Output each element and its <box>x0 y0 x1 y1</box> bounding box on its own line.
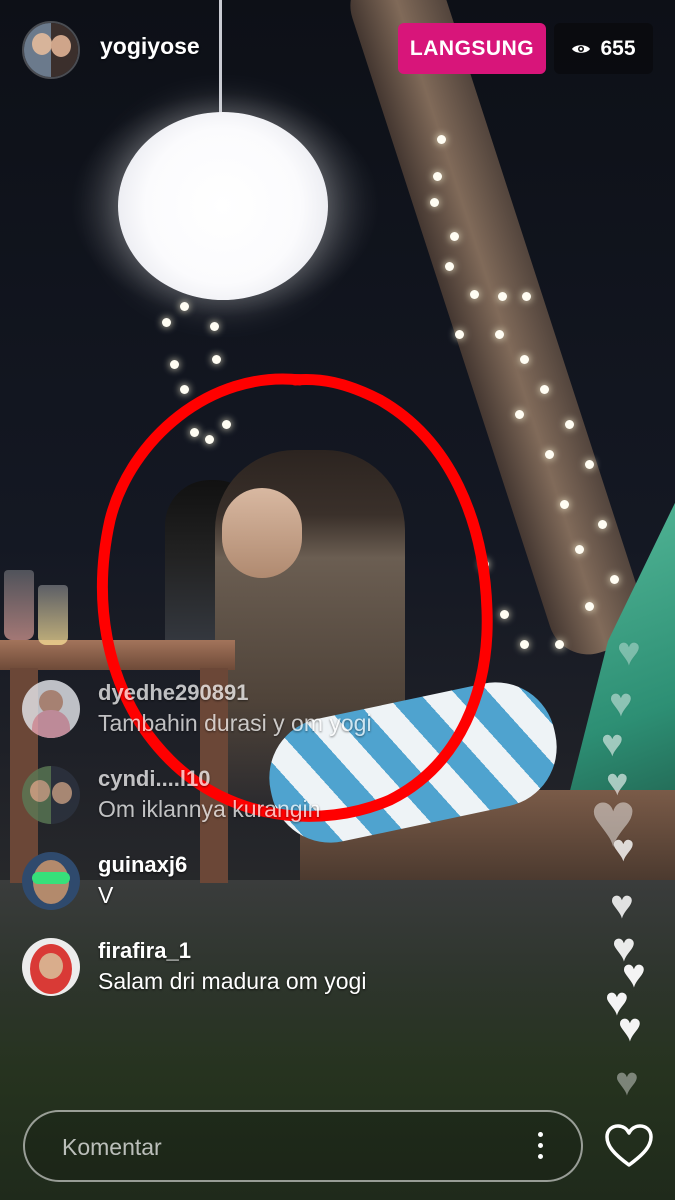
heart-icon: ♥ <box>609 681 633 725</box>
comment-item[interactable]: cyndi....l10 Om iklannya kurangin <box>22 766 582 846</box>
commenter-username[interactable]: firafira_1 <box>98 938 191 964</box>
red-annotation-circle <box>97 373 493 822</box>
heart-icon: ♥ <box>615 1060 639 1104</box>
more-vertical-icon[interactable] <box>537 1132 543 1162</box>
commenter-username[interactable]: dyedhe290891 <box>98 680 248 706</box>
heart-icon: ♥ <box>601 723 624 765</box>
commenter-avatar[interactable] <box>22 852 80 910</box>
heart-icon: ♥ <box>617 630 641 674</box>
host-username[interactable]: yogiyose <box>100 33 200 60</box>
comment-placeholder: Komentar <box>62 1134 162 1160</box>
commenter-username[interactable]: cyndi....l10 <box>98 766 211 792</box>
comment-text: Tambahin durasi y om yogi <box>98 710 372 736</box>
heart-icon: ♥ <box>610 883 634 927</box>
commenter-avatar[interactable] <box>22 680 80 738</box>
commenter-username[interactable]: guinaxj6 <box>98 852 187 878</box>
host-avatar[interactable] <box>22 21 80 79</box>
comment-item[interactable]: firafira_1 Salam dri madura om yogi <box>22 938 582 1018</box>
viewer-count-badge[interactable]: 655 <box>554 23 653 74</box>
live-badge: LANGSUNG <box>398 23 546 74</box>
comment-text: Salam dri madura om yogi <box>98 968 367 994</box>
comment-item[interactable]: dyedhe290891 Tambahin durasi y om yogi <box>22 680 582 760</box>
commenter-avatar[interactable] <box>22 766 80 824</box>
comment-item[interactable]: guinaxj6 V <box>22 852 582 932</box>
comment-text: Om iklannya kurangin <box>98 796 321 822</box>
eye-icon <box>572 44 591 53</box>
viewer-count: 655 <box>600 36 636 60</box>
heart-icon: ♥ <box>618 1006 642 1050</box>
heart-icon: ♥ <box>612 828 635 870</box>
commenter-avatar[interactable] <box>22 938 80 996</box>
heart-outline-icon[interactable] <box>604 1123 654 1169</box>
comment-text: V <box>98 882 114 908</box>
comment-input[interactable]: Komentar <box>23 1110 583 1182</box>
live-header: yogiyose LANGSUNG 655 <box>0 0 675 100</box>
